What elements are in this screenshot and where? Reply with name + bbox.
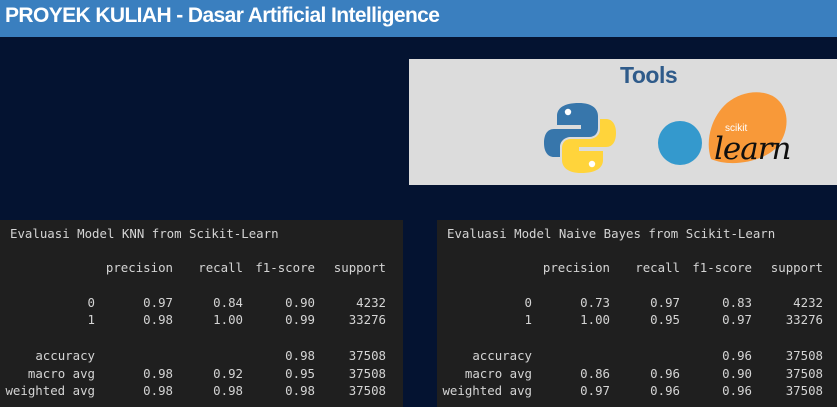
nb-f1-score-cell: 0.90 — [722, 366, 752, 381]
nb-support-cell: 37508 — [785, 348, 823, 363]
knn-row-label: weighted avg — [5, 383, 95, 398]
python-logo-icon — [544, 103, 616, 173]
knn-recall-cell: 0.92 — [213, 366, 243, 381]
knn-report-panel: Evaluasi Model KNN from Scikit-Learn pre… — [0, 220, 403, 407]
knn-f1-score-header: f1-score — [255, 260, 315, 275]
knn-f1-score-cell: 0.98 — [285, 383, 315, 398]
nb-support-cell: 4232 — [793, 295, 823, 310]
knn-row-label: macro avg — [27, 366, 95, 381]
nb-precision-cell: 0.86 — [580, 366, 610, 381]
nb-f1-score-cell: 0.83 — [722, 295, 752, 310]
knn-support-cell: 37508 — [348, 366, 386, 381]
knn-precision-cell: 0.97 — [143, 295, 173, 310]
knn-support-cell: 37508 — [348, 383, 386, 398]
knn-recall-cell: 0.84 — [213, 295, 243, 310]
knn-support-cell: 33276 — [348, 312, 386, 327]
nb-f1-score-cell: 0.96 — [722, 383, 752, 398]
nb-recall-cell: 0.95 — [650, 312, 680, 327]
nb-support-header: support — [770, 260, 823, 275]
nb-recall-cell: 0.97 — [650, 295, 680, 310]
nb-recall-cell: 0.96 — [650, 383, 680, 398]
nb-precision-cell: 0.97 — [580, 383, 610, 398]
knn-precision-cell: 0.98 — [143, 312, 173, 327]
knn-row-label: accuracy — [35, 348, 95, 363]
knn-f1-score-cell: 0.98 — [285, 348, 315, 363]
knn-support-cell: 4232 — [356, 295, 386, 310]
nb-f1-score-header: f1-score — [692, 260, 752, 275]
knn-report-title: Evaluasi Model KNN from Scikit-Learn — [10, 226, 279, 241]
nb-row-label: accuracy — [472, 348, 532, 363]
knn-f1-score-cell: 0.90 — [285, 295, 315, 310]
tools-title: Tools — [620, 62, 678, 88]
nb-precision-header: precision — [542, 260, 610, 275]
nb-row-label: 1 — [524, 312, 532, 327]
tools-panel: Tools scikit learn — [409, 59, 837, 185]
nb-recall-cell: 0.96 — [650, 366, 680, 381]
nb-precision-cell: 0.73 — [580, 295, 610, 310]
learn-text: learn — [714, 131, 792, 167]
knn-support-cell: 37508 — [348, 348, 386, 363]
knn-precision-header: precision — [105, 260, 173, 275]
nb-support-cell: 37508 — [785, 366, 823, 381]
header-bar: PROYEK KULIAH - Dasar Artificial Intelli… — [0, 0, 837, 37]
nb-report-panel: Evaluasi Model Naive Bayes from Scikit-L… — [437, 220, 837, 407]
knn-recall-cell: 0.98 — [213, 383, 243, 398]
knn-recall-header: recall — [198, 260, 243, 275]
nb-row-label: 0 — [524, 295, 532, 310]
nb-recall-header: recall — [635, 260, 680, 275]
knn-row-label: 1 — [87, 312, 95, 327]
nb-report-title: Evaluasi Model Naive Bayes from Scikit-L… — [447, 226, 776, 241]
knn-row-label: 0 — [87, 295, 95, 310]
knn-recall-cell: 1.00 — [213, 312, 243, 327]
nb-row-label: weighted avg — [442, 383, 532, 398]
knn-support-header: support — [333, 260, 386, 275]
knn-precision-cell: 0.98 — [143, 366, 173, 381]
knn-precision-cell: 0.98 — [143, 383, 173, 398]
nb-support-cell: 37508 — [785, 383, 823, 398]
nb-f1-score-cell: 0.97 — [722, 312, 752, 327]
knn-f1-score-cell: 0.99 — [285, 312, 315, 327]
nb-row-label: macro avg — [464, 366, 532, 381]
nb-f1-score-cell: 0.96 — [722, 348, 752, 363]
nb-support-cell: 33276 — [785, 312, 823, 327]
nb-precision-cell: 1.00 — [580, 312, 610, 327]
page-title: PROYEK KULIAH - Dasar Artificial Intelli… — [5, 4, 440, 27]
knn-f1-score-cell: 0.95 — [285, 366, 315, 381]
